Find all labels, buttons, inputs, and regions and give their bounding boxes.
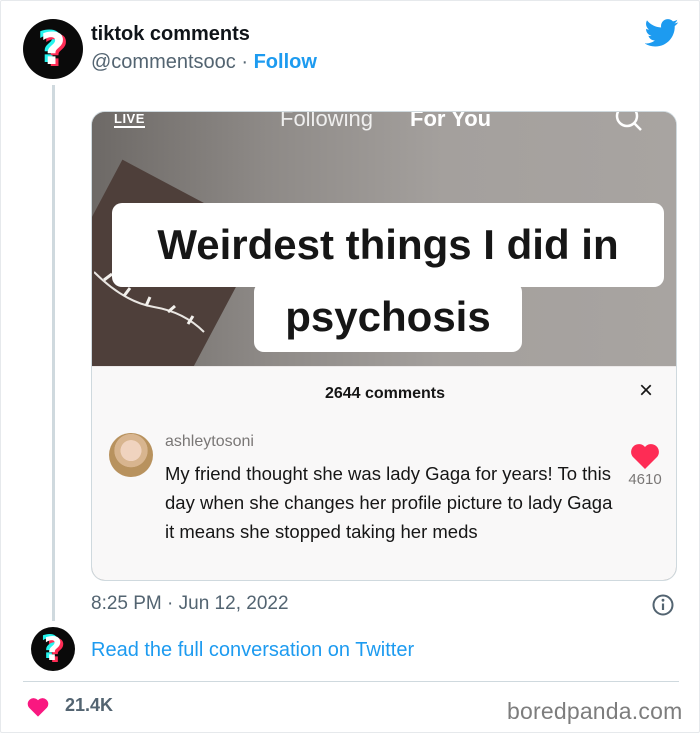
comment-heart-icon[interactable] <box>630 443 660 469</box>
caption-line-2: psychosis <box>254 282 522 352</box>
commenter-avatar[interactable] <box>109 433 153 477</box>
follow-button[interactable]: Follow <box>254 51 317 73</box>
commenter-username[interactable]: ashleytosoni <box>165 433 254 451</box>
read-conversation-link[interactable]: Read the full conversation on Twitter <box>91 639 414 662</box>
caption-line-1: Weirdest things I did in <box>112 203 664 287</box>
live-label[interactable]: LIVE <box>114 112 145 128</box>
info-icon[interactable] <box>651 593 675 617</box>
author-avatar[interactable]: ? ? ? <box>23 19 83 79</box>
reply-avatar-glyph: ? <box>43 630 63 668</box>
tweet-card: ? ? ? tiktok comments @commentsooc · Fol… <box>0 0 700 733</box>
divider <box>23 681 679 682</box>
reply-avatar[interactable]: ? ? ? <box>31 627 75 671</box>
twitter-bird-icon[interactable] <box>645 19 679 47</box>
boredpanda-watermark: boredpanda.com <box>507 698 683 724</box>
search-icon[interactable] <box>614 111 644 134</box>
handle-separator: · <box>235 51 254 73</box>
thread-line <box>52 85 55 621</box>
author-handle[interactable]: @commentsooc <box>91 51 236 73</box>
author-name[interactable]: tiktok comments <box>91 23 250 46</box>
author-handle-row: @commentsooc · Follow <box>91 51 317 74</box>
tweet-like-count[interactable]: 21.4K <box>65 695 113 716</box>
comments-count: 2644 comments <box>324 385 446 402</box>
tab-for-you[interactable]: For You <box>410 112 491 132</box>
tiktok-screenshot[interactable]: LIVE Following For You Weirdest things I… <box>91 111 677 581</box>
comments-panel: 2644 comments × ashleytosoni My friend t… <box>92 366 676 580</box>
close-icon[interactable]: × <box>634 379 658 403</box>
avatar-glyph: ? <box>40 23 66 75</box>
comment-text: My friend thought she was lady Gaga for … <box>165 463 613 542</box>
heart-icon[interactable] <box>27 697 49 717</box>
tab-following[interactable]: Following <box>280 112 373 132</box>
tweet-timestamp[interactable]: 8:25 PM · Jun 12, 2022 <box>91 593 289 615</box>
comment-like-count: 4610 <box>628 471 662 488</box>
